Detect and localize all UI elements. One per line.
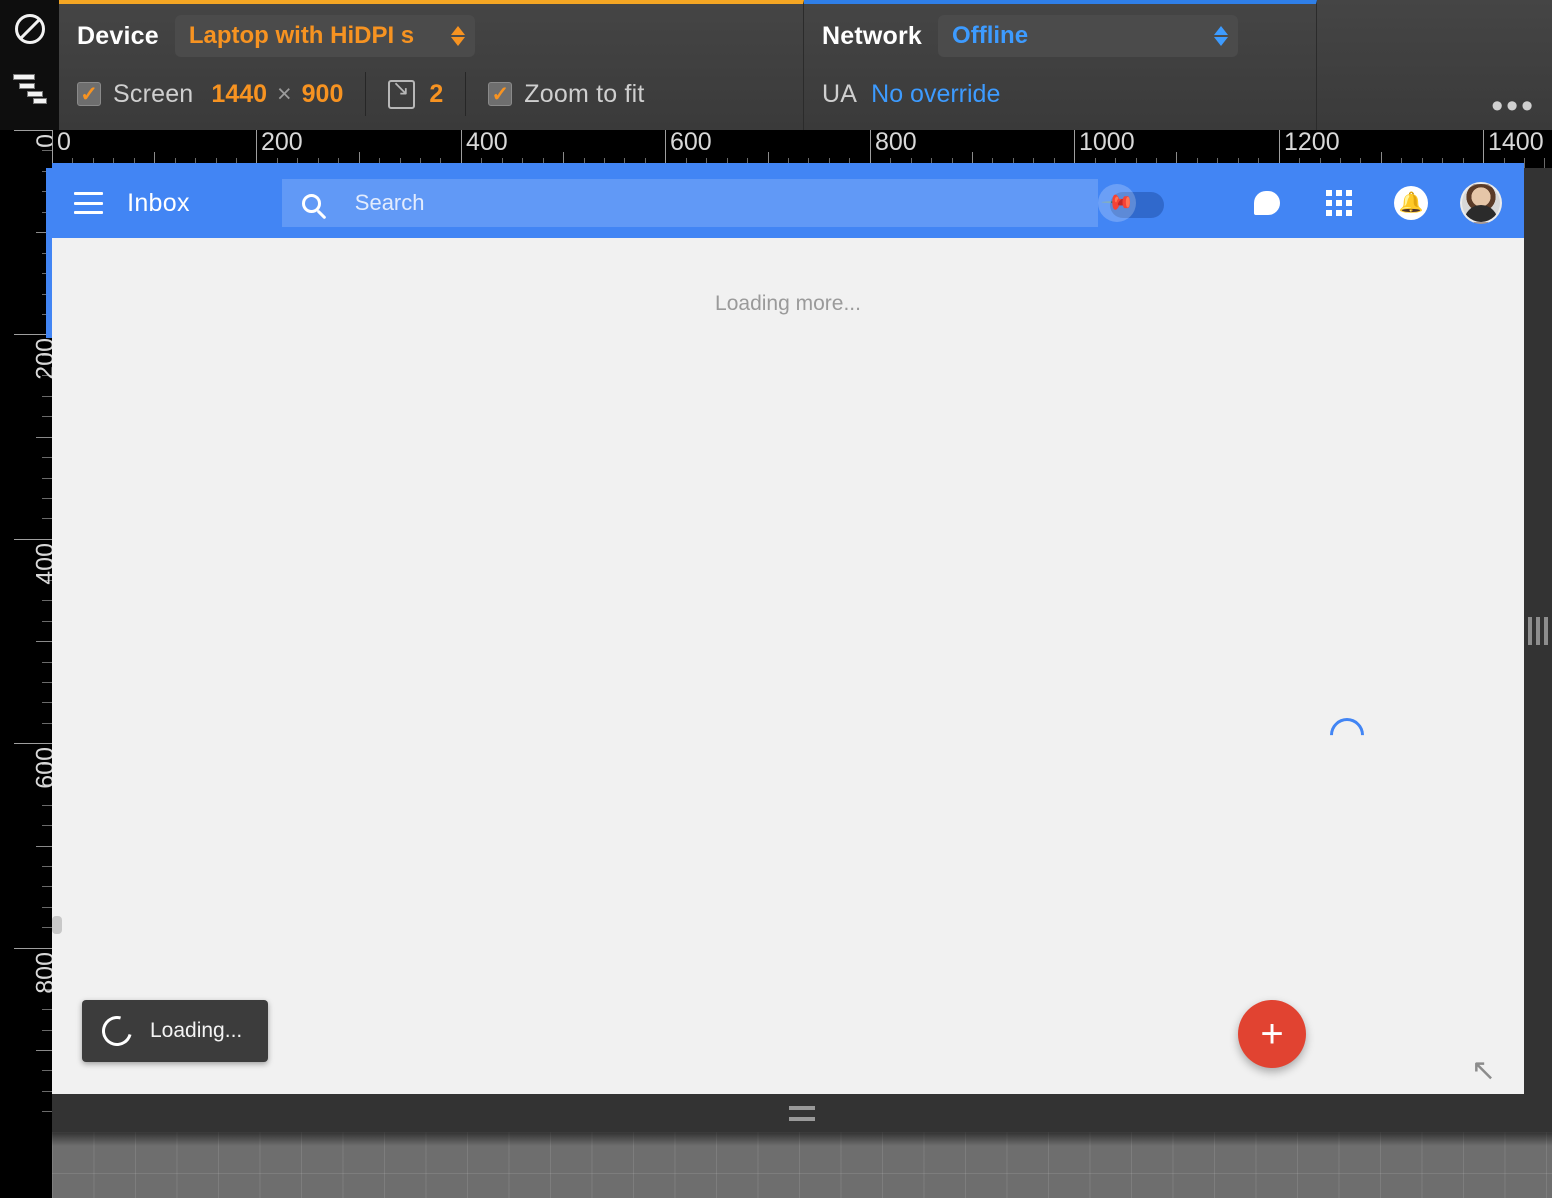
device-select[interactable]: Laptop with HiDPI s: [174, 15, 475, 57]
app-body: Loading more... Loading... + ↖: [52, 238, 1524, 1094]
screen-label: Screen: [113, 79, 194, 108]
apps-grid-icon[interactable]: [1316, 180, 1362, 226]
device-row: Device Laptop with HiDPI s: [77, 4, 785, 64]
device-select-value: Laptop with HiDPI s: [188, 22, 415, 49]
hamburger-icon[interactable]: [74, 192, 104, 214]
device-panel: Device Laptop with HiDPI s ✓ Screen 1440…: [59, 0, 804, 130]
ua-override-value[interactable]: No override: [871, 80, 1000, 109]
ruler-label-v: 800: [32, 952, 52, 994]
scrollbar-thumb[interactable]: [52, 916, 62, 934]
pin-toggle[interactable]: 📌: [1098, 184, 1164, 222]
divider: [365, 72, 367, 116]
network-panel: Network Offline UA No override: [804, 0, 1317, 130]
network-select-value: Offline: [952, 22, 1029, 49]
dimension-separator: ×: [277, 79, 292, 108]
loading-toast: Loading...: [82, 1000, 269, 1062]
screen-row: ✓ Screen 1440 × 900 2 ✓ Zoom to fit: [77, 64, 785, 124]
search-input[interactable]: Search: [281, 179, 1098, 227]
user-avatar[interactable]: [1460, 182, 1502, 224]
search-placeholder: Search: [354, 190, 425, 215]
resize-corner-icon[interactable]: ↖: [1471, 1056, 1496, 1086]
right-resize-pane[interactable]: [1524, 168, 1552, 1094]
app-header: Inbox Search 📌 🔔: [52, 168, 1524, 238]
zoom-to-fit-label: Zoom to fit: [524, 79, 645, 108]
ruler-label-h: 200: [261, 130, 303, 156]
notifications-bell-icon[interactable]: 🔔: [1388, 180, 1434, 226]
ruler-label-v: 400: [32, 543, 52, 585]
loading-spinner: [1322, 710, 1372, 760]
ruler-label-v: 0: [32, 134, 52, 148]
toolbar-left-icon-column: [0, 0, 59, 130]
cascade-icon[interactable]: [0, 58, 59, 116]
vertical-ruler[interactable]: 02004006008001000: [0, 130, 52, 1198]
drag-handle-icon: [789, 1105, 815, 1121]
divider: [465, 72, 467, 116]
device-label: Device: [77, 21, 159, 50]
header-actions: 📌 🔔: [1098, 180, 1502, 226]
overflow-menu-icon[interactable]: •••: [1491, 89, 1536, 123]
ruler-label-h: 1000: [1079, 130, 1135, 156]
dpr-input[interactable]: 2: [429, 80, 443, 109]
toolbar-panels: Device Laptop with HiDPI s ✓ Screen 1440…: [59, 0, 1552, 130]
loading-more-text: Loading more...: [715, 292, 861, 315]
compose-fab-button[interactable]: +: [1238, 1000, 1306, 1068]
plus-icon: +: [1260, 1012, 1284, 1056]
zoom-to-fit-checkbox[interactable]: ✓: [488, 82, 513, 106]
devtools-device-mode-root: Device Laptop with HiDPI s ✓ Screen 1440…: [0, 0, 1552, 1198]
network-select[interactable]: Offline: [938, 15, 1239, 57]
device-viewport: Inbox Search 📌 🔔 Loading more... Loading…: [52, 168, 1524, 1094]
ua-label: UA: [822, 79, 858, 108]
screen-checkbox[interactable]: ✓: [77, 82, 101, 106]
page-title: Inbox: [127, 188, 190, 217]
resize-grip-icon: [1528, 617, 1548, 645]
chevron-updown-icon: [1206, 26, 1229, 46]
ruler-label-h: 1200: [1284, 130, 1340, 156]
ruler-label-h: 0: [57, 130, 71, 156]
ruler-label-v: 600: [32, 747, 52, 789]
no-entry-icon[interactable]: [0, 0, 59, 58]
ruler-label-h: 800: [875, 130, 917, 156]
search-icon: [301, 193, 321, 213]
toast-spinner-icon: [96, 1010, 138, 1052]
device-mode-toolbar: Device Laptop with HiDPI s ✓ Screen 1440…: [0, 0, 1552, 130]
toast-text: Loading...: [150, 1019, 243, 1042]
ruler-label-v: 200: [32, 338, 52, 380]
grid-left-gutter: [0, 1132, 52, 1198]
network-label: Network: [822, 21, 923, 50]
user-agent-row: UA No override: [822, 64, 1298, 124]
toolbar-overflow-area: •••: [1317, 0, 1552, 130]
device-pixel-ratio-icon: [388, 79, 416, 109]
ruler-label-h: 600: [670, 130, 712, 156]
hangouts-bubble-icon[interactable]: [1244, 180, 1290, 226]
chevron-updown-icon: [443, 26, 465, 46]
grid-top-shadow: [52, 1132, 1552, 1146]
ruler-label-h: 1400: [1488, 130, 1544, 156]
bottom-resize-bar[interactable]: [52, 1094, 1552, 1132]
network-row: Network Offline: [822, 4, 1298, 64]
screen-width-input[interactable]: 1440: [211, 80, 267, 109]
pin-icon: 📌: [1099, 185, 1135, 221]
screen-height-input[interactable]: 900: [302, 80, 344, 109]
ruler-label-h: 400: [466, 130, 508, 156]
